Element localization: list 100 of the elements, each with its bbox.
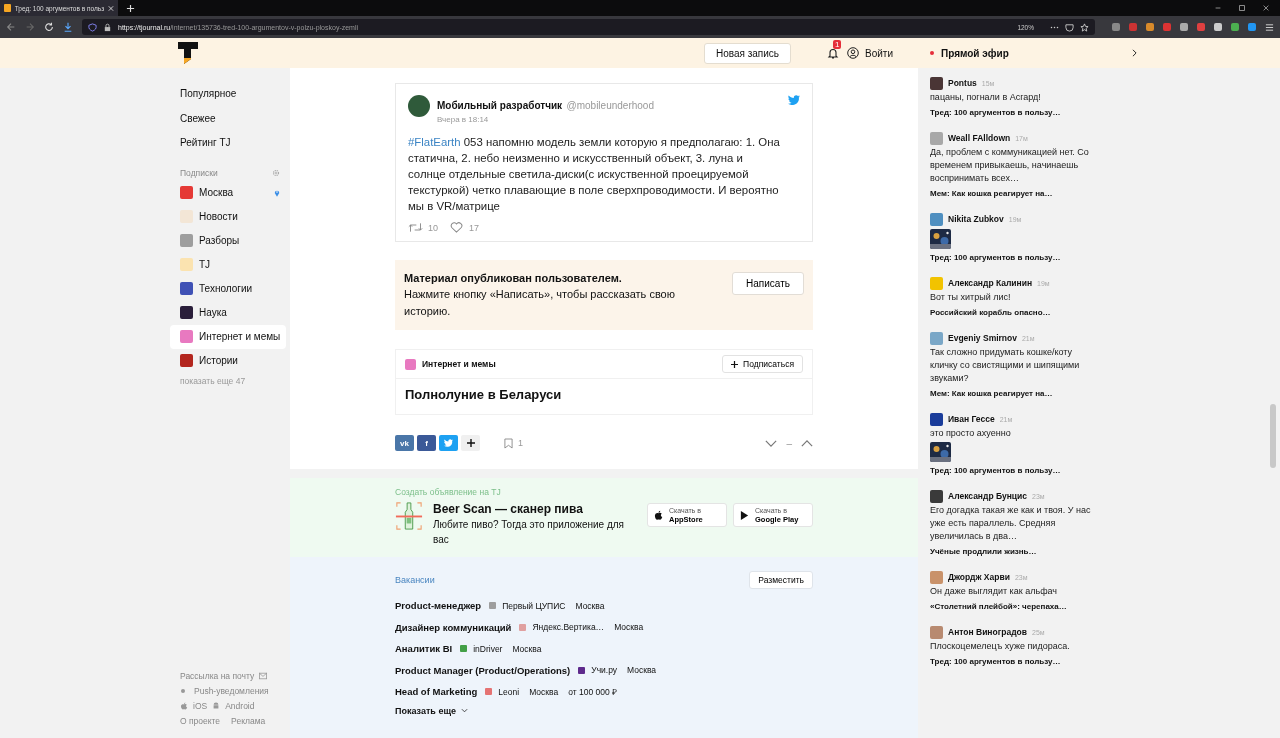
thread-link[interactable]: Тред: 100 аргументов в пользу…: [930, 107, 1100, 119]
extension-icon[interactable]: [1112, 23, 1120, 31]
comment-text[interactable]: Да, проблем с коммуникацией нет. Со временем привыкаешь, начинаешь воспринимать всех…: [930, 146, 1100, 185]
extension-icon[interactable]: [1248, 23, 1256, 31]
subscription-item[interactable]: TJ: [170, 252, 286, 277]
like-count: 17: [469, 222, 480, 233]
extension-icon[interactable]: [1231, 23, 1239, 31]
comment-author[interactable]: Александр Бунцис: [948, 491, 1027, 501]
subscription-item[interactable]: Москва: [170, 180, 286, 205]
write-button[interactable]: Написать: [732, 272, 804, 295]
thread-link[interactable]: Российский корабль опасно…: [930, 307, 1100, 319]
star-icon[interactable]: [1080, 22, 1089, 32]
subscription-item[interactable]: Разборы: [170, 228, 286, 253]
thread-link[interactable]: Тред: 100 аргументов в пользу…: [930, 252, 1100, 264]
article-title[interactable]: Полнолуние в Беларуси: [396, 379, 812, 414]
reload-icon[interactable]: [44, 22, 54, 32]
extension-icon[interactable]: [1214, 23, 1222, 31]
logo-icon[interactable]: [178, 42, 198, 64]
comment-author[interactable]: Иван Гессе: [948, 414, 995, 424]
settings-icon[interactable]: [272, 168, 280, 177]
avatar[interactable]: [930, 489, 943, 503]
comment-text[interactable]: Плоскоцемелецъ хуже пидораса.: [930, 640, 1100, 653]
vk-share-button[interactable]: vk: [395, 435, 414, 451]
job-title-link[interactable]: Аналитик BI: [395, 643, 453, 655]
comment-author[interactable]: Джордж Харви: [948, 572, 1010, 582]
comment-text[interactable]: Его догадка такая же как и твоя. У нас уже есть параллель. Средняя увеличилась в два…: [930, 504, 1100, 543]
comment-text[interactable]: Вот ты хитрый лис!: [930, 291, 1100, 304]
thread-link[interactable]: Мем: Как кошка реагирует на…: [930, 188, 1100, 200]
thread-link[interactable]: Мем: Как кошка реагирует на…: [930, 388, 1100, 400]
bird-icon: [444, 439, 453, 447]
extension-icon[interactable]: [1146, 23, 1154, 31]
retweet-count: 10: [428, 222, 438, 233]
rating: –: [786, 437, 792, 449]
thread-link[interactable]: Учёные продлили жизнь…: [930, 546, 1100, 558]
tweet-text: #FlatEarth 053 напомню модель земли которую я предполагаю: 1. Она статична, 2. небо неизменно и искусственный объект, 3. луна и солнце отдельные светила-диски(с искуственной проецируемой текстуркой) четко плавающие в поле сверхпроводимости. И вероятно мы в VR/матрице: [408, 135, 781, 214]
chevron-down-icon[interactable]: [765, 439, 778, 447]
subscription-item[interactable]: Интернет и мемы: [170, 324, 286, 349]
show-more-link[interactable]: Показать еще: [395, 705, 456, 716]
job-title-link[interactable]: Дизайнер коммуникаций: [395, 621, 512, 633]
chevron-up-icon[interactable]: [801, 439, 813, 447]
subscribe-button[interactable]: Подписаться: [722, 355, 803, 373]
subscription-item[interactable]: Новости: [170, 204, 286, 229]
subscription-item[interactable]: Наука: [170, 300, 286, 325]
chevron-down-icon: [461, 708, 468, 713]
bird-icon[interactable]: [788, 95, 800, 105]
extension-icon[interactable]: [1163, 23, 1171, 31]
comment-text[interactable]: Так сложно придумать кошке/коту кличку со свистящими и шипящими звуками?: [930, 346, 1100, 385]
live-link[interactable]: Прямой эфир: [941, 47, 1009, 59]
login-link[interactable]: Войти: [865, 47, 893, 59]
vacancies-title[interactable]: Вакансии: [395, 575, 435, 585]
nav-link[interactable]: Популярное: [170, 82, 290, 107]
bookmark-icon[interactable]: [504, 437, 513, 449]
more-share-button[interactable]: [461, 435, 480, 451]
extension-icon[interactable]: [1180, 23, 1188, 31]
retweet-icon[interactable]: [408, 222, 423, 233]
comment-text[interactable]: пацаны, погнали в Асгард!: [930, 91, 1100, 104]
menu-icon[interactable]: [1265, 22, 1274, 32]
extension-icon[interactable]: [1129, 23, 1137, 31]
nav-link[interactable]: Свежее: [170, 106, 290, 131]
comment-text[interactable]: это просто ахуенно: [930, 427, 1100, 440]
facebook-share-button[interactable]: f: [417, 435, 436, 451]
comment-author[interactable]: Nikita Zubkov: [948, 214, 1004, 224]
ad-text: Любите пиво? Тогда это приложение для вас: [433, 518, 625, 547]
bell-icon[interactable]: [827, 47, 839, 59]
tweet-author[interactable]: Мобильный разработчик: [437, 100, 563, 111]
new-post-button[interactable]: Новая запись: [703, 42, 791, 64]
subscription-item[interactable]: Технологии: [170, 276, 286, 301]
heart-icon[interactable]: [449, 222, 464, 233]
pocket-icon[interactable]: [1065, 22, 1074, 32]
forward-icon[interactable]: [25, 22, 35, 32]
minimize-icon[interactable]: [1214, 4, 1222, 12]
thread-link[interactable]: Тред: 100 аргументов в пользу…: [930, 656, 1100, 668]
job-title-link[interactable]: Product Manager (Product/Operations): [395, 664, 571, 676]
download-icon[interactable]: [63, 22, 73, 32]
avatar[interactable]: [930, 412, 943, 426]
comment-author[interactable]: Pontus: [948, 78, 977, 88]
favicon-icon: [4, 4, 11, 12]
category-link[interactable]: Интернет и мемы: [422, 359, 717, 369]
new-tab-icon[interactable]: [126, 3, 135, 13]
nav-link[interactable]: Рейтинг TJ: [170, 131, 290, 156]
post-vacancy-button[interactable]: Разместить: [749, 571, 813, 589]
avatar[interactable]: [930, 76, 943, 90]
ad-title[interactable]: Beer Scan — сканер пива: [433, 501, 637, 517]
thread-link[interactable]: «Столетний плейбой»: черепаха…: [930, 601, 1100, 613]
subscription-item[interactable]: Истории: [170, 348, 286, 373]
job-title-link[interactable]: Head of Marketing: [395, 686, 478, 698]
comment-author[interactable]: Weall FAlldown: [948, 133, 1011, 143]
restore-icon[interactable]: [1238, 4, 1246, 12]
comment-author[interactable]: Антон Виноградов: [948, 627, 1027, 637]
comment-text[interactable]: Он даже выглядит как альфач: [930, 585, 1100, 598]
hashtag-link[interactable]: #FlatEarth: [408, 136, 461, 148]
comment-author[interactable]: Evgeniy Smirnov: [948, 333, 1017, 343]
thread-link[interactable]: Тред: 100 аргументов в пользу…: [930, 465, 1100, 477]
job-title-link[interactable]: Product-менеджер: [395, 600, 482, 612]
back-icon[interactable]: [6, 22, 16, 32]
close-icon[interactable]: [1262, 4, 1270, 12]
extension-icon[interactable]: [1197, 23, 1205, 31]
user-icon: [847, 47, 859, 59]
chevron-right-icon[interactable]: [1131, 49, 1137, 57]
comment-author[interactable]: Александр Калинин: [948, 278, 1033, 288]
